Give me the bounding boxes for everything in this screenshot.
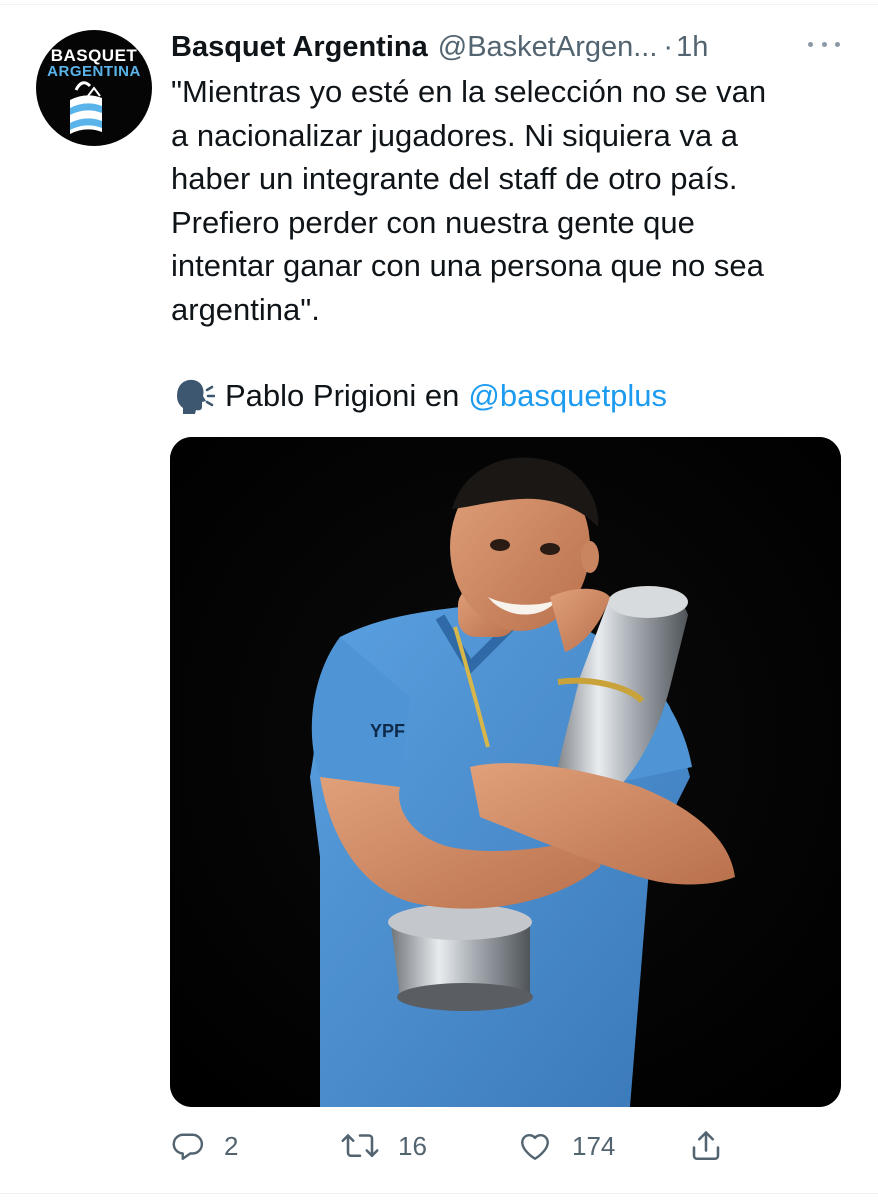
reply-count: 2 — [224, 1130, 239, 1161]
tweet-text: "Mientras yo esté en la selección no se … — [171, 70, 851, 332]
credit-text: Pablo Prigioni en — [225, 378, 460, 413]
tweet-text-line: intentar ganar con una persona que no se… — [171, 248, 764, 284]
heart-icon — [521, 1133, 549, 1160]
mention-link[interactable]: @basquetplus — [468, 378, 667, 414]
more-horizontal-icon[interactable] — [808, 34, 840, 54]
tweet-text-line: "Mientras yo esté en la selección no se … — [171, 74, 767, 109]
tweet-text-line: haber un integrante del staff de otro pa… — [171, 161, 738, 197]
retweet-icon — [341, 1134, 379, 1158]
like-button[interactable]: 174 — [516, 1124, 615, 1168]
display-name[interactable]: Basquet Argentina — [171, 31, 428, 64]
tweet-media-image[interactable]: YPF — [170, 437, 841, 1107]
photo-player-with-trophy: YPF — [170, 437, 841, 1107]
reply-icon — [172, 1133, 204, 1160]
tweet-credit-line: Pablo Prigioni en @basquetplus — [171, 374, 851, 418]
user-handle[interactable]: @BasketArgen... — [438, 31, 658, 64]
timestamp[interactable]: 1h — [676, 31, 708, 64]
bottom-divider — [0, 1193, 878, 1194]
like-count: 174 — [572, 1130, 616, 1161]
share-icon — [692, 1131, 720, 1161]
retweet-count: 16 — [398, 1130, 427, 1161]
header-separator: · — [663, 30, 674, 63]
jersey-logo-text: YPF — [370, 721, 405, 741]
share-button[interactable] — [688, 1124, 724, 1168]
avatar-logo-emblem — [70, 81, 102, 134]
avatar[interactable]: BASQUET ARGENTINA — [36, 30, 152, 146]
tweet-header: Basquet Argentina @BasketArgen... · 1h — [171, 25, 851, 69]
retweet-button[interactable]: 16 — [340, 1124, 427, 1168]
tweet-text-line: Prefiero perder con nuestra gente que — [171, 204, 695, 240]
top-divider — [0, 4, 878, 5]
tweet-text-line: argentina". — [171, 291, 320, 327]
reply-button[interactable]: 2 — [170, 1124, 238, 1168]
tweet-action-bar: 2 16 174 — [170, 1124, 850, 1168]
tweet-text-line: a nacionalizar jugadores. Ni siquiera va… — [171, 117, 738, 153]
speaking-head-icon — [171, 376, 215, 416]
